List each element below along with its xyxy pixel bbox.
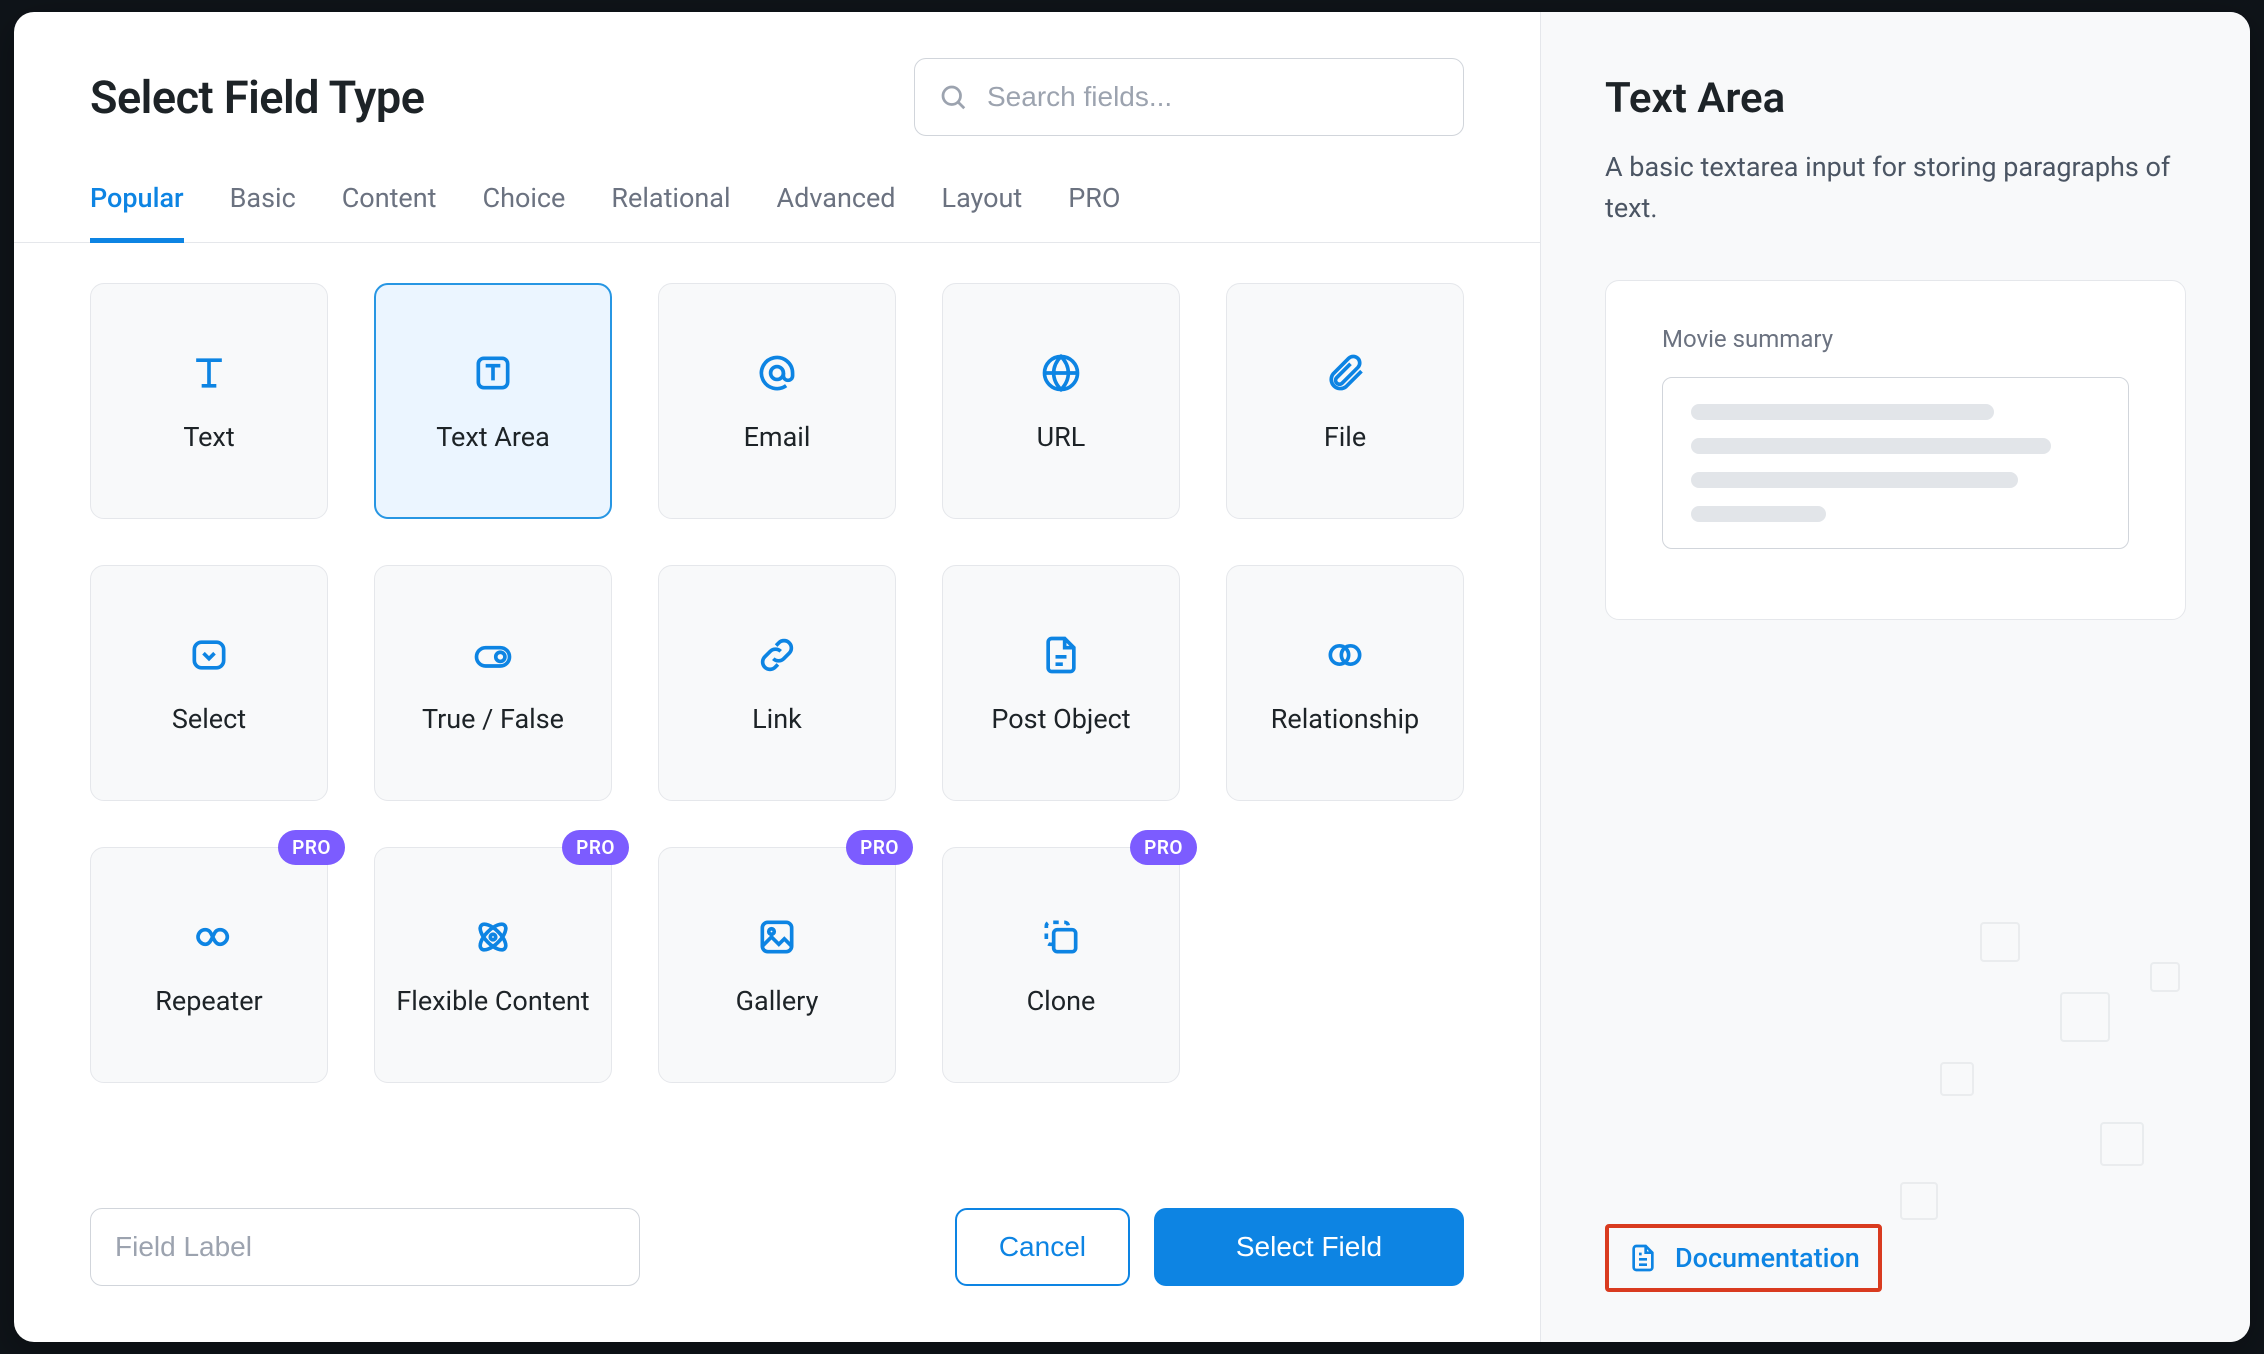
search-icon	[938, 82, 968, 112]
preview-textarea	[1662, 377, 2129, 549]
skeleton-line	[1691, 506, 1826, 522]
field-true-false[interactable]: True / False	[374, 565, 612, 801]
field-email[interactable]: Email	[658, 283, 896, 519]
document-icon	[1037, 631, 1085, 679]
pro-badge: PRO	[1130, 830, 1197, 865]
left-panel: Select Field Type Popular Basic Content …	[14, 12, 1540, 1342]
field-label: Post Object	[991, 703, 1130, 735]
search-wrap	[914, 58, 1464, 136]
field-label: Email	[744, 421, 811, 453]
detail-title: Text Area	[1605, 74, 2186, 123]
email-icon	[753, 349, 801, 397]
field-post-object[interactable]: Post Object	[942, 565, 1180, 801]
pro-badge: PRO	[562, 830, 629, 865]
infinity-icon	[185, 913, 233, 961]
field-grid: Text Text Area Email URL	[14, 243, 1540, 1103]
field-clone[interactable]: PRO Clone	[942, 847, 1180, 1083]
field-label: Flexible Content	[396, 985, 589, 1017]
relationship-icon	[1321, 631, 1369, 679]
skeleton-line	[1691, 472, 2018, 488]
atom-icon	[469, 913, 517, 961]
field-flexible-content[interactable]: PRO Flexible Content	[374, 847, 612, 1083]
paperclip-icon	[1321, 349, 1369, 397]
globe-icon	[1037, 349, 1085, 397]
field-label: True / False	[422, 703, 564, 735]
field-label: Gallery	[736, 985, 819, 1017]
decorative-squares	[1800, 882, 2220, 1282]
field-file[interactable]: File	[1226, 283, 1464, 519]
preview-label: Movie summary	[1662, 325, 2129, 353]
tab-content[interactable]: Content	[342, 182, 437, 243]
field-label: Text Area	[436, 421, 550, 453]
skeleton-line	[1691, 438, 2051, 454]
modal-header: Select Field Type	[14, 12, 1540, 136]
select-field-button[interactable]: Select Field	[1154, 1208, 1464, 1286]
field-select[interactable]: Select	[90, 565, 328, 801]
search-input[interactable]	[914, 58, 1464, 136]
modal-footer: Cancel Select Field	[14, 1188, 1540, 1342]
field-repeater[interactable]: PRO Repeater	[90, 847, 328, 1083]
tab-relational[interactable]: Relational	[611, 182, 730, 243]
textarea-icon	[469, 349, 517, 397]
field-url[interactable]: URL	[942, 283, 1180, 519]
field-text-area[interactable]: Text Area	[374, 283, 612, 519]
modal-title: Select Field Type	[90, 71, 424, 124]
right-panel: Text Area A basic textarea input for sto…	[1540, 12, 2250, 1342]
field-label: Select	[172, 703, 246, 735]
tabs: Popular Basic Content Choice Relational …	[14, 136, 1540, 243]
image-icon	[753, 913, 801, 961]
preview-card: Movie summary	[1605, 280, 2186, 620]
tab-choice[interactable]: Choice	[483, 182, 566, 243]
tab-basic[interactable]: Basic	[230, 182, 296, 243]
field-label: Link	[752, 703, 802, 735]
tab-layout[interactable]: Layout	[942, 182, 1023, 243]
field-label: URL	[1037, 421, 1086, 453]
field-label: File	[1324, 421, 1366, 453]
field-label: Clone	[1027, 985, 1096, 1017]
field-relationship[interactable]: Relationship	[1226, 565, 1464, 801]
text-icon	[185, 349, 233, 397]
documentation-label: Documentation	[1675, 1242, 1860, 1274]
toggle-icon	[469, 631, 517, 679]
field-type-modal: Select Field Type Popular Basic Content …	[14, 12, 2250, 1342]
skeleton-line	[1691, 404, 1994, 420]
field-label: Relationship	[1271, 703, 1419, 735]
field-label: Repeater	[155, 985, 262, 1017]
documentation-link[interactable]: Documentation	[1605, 1224, 1882, 1292]
pro-badge: PRO	[846, 830, 913, 865]
tab-advanced[interactable]: Advanced	[777, 182, 896, 243]
detail-description: A basic textarea input for storing parag…	[1605, 147, 2186, 228]
cancel-button[interactable]: Cancel	[955, 1208, 1130, 1286]
link-icon	[753, 631, 801, 679]
pro-badge: PRO	[278, 830, 345, 865]
tab-popular[interactable]: Popular	[90, 182, 184, 243]
field-text[interactable]: Text	[90, 283, 328, 519]
field-gallery[interactable]: PRO Gallery	[658, 847, 896, 1083]
select-icon	[185, 631, 233, 679]
clone-icon	[1037, 913, 1085, 961]
field-label: Text	[183, 421, 234, 453]
field-link[interactable]: Link	[658, 565, 896, 801]
document-icon	[1627, 1242, 1659, 1274]
tab-pro[interactable]: PRO	[1068, 182, 1120, 243]
field-label-input[interactable]	[90, 1208, 640, 1286]
